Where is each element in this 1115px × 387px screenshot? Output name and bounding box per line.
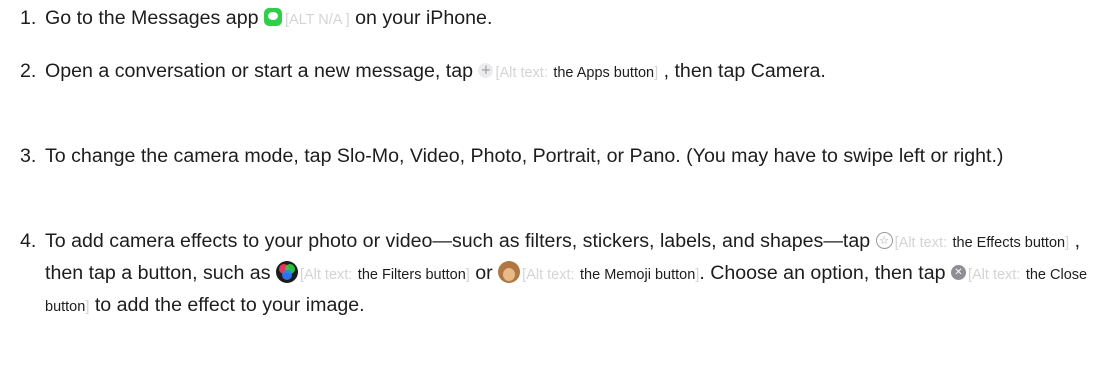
effects-star-icon: ☆	[875, 231, 893, 249]
step-number: 3.	[20, 145, 37, 167]
step-number: 1.	[20, 7, 37, 29]
step-text: To add camera effects to your photo or v…	[45, 230, 1088, 316]
messages-app-icon	[263, 8, 282, 27]
step-text: Go to the Messages app [ALT N/A ] on you…	[45, 7, 493, 29]
alt-text-value: the Effects button	[952, 235, 1066, 251]
step-text: To change the camera mode, tap Slo-Mo, V…	[45, 145, 1004, 167]
filters-icon	[275, 260, 298, 283]
step-1: 1. Go to the Messages app [ALT N/A ] on …	[20, 3, 1100, 35]
step-4: 4. To add camera effects to your photo o…	[20, 226, 1100, 322]
alt-text-value: the Apps button	[553, 65, 655, 81]
alt-text-value: the Filters button	[357, 267, 466, 283]
alt-text-value: the Memoji button	[580, 267, 696, 283]
alt-text-annotation: [ALT N/A ]	[284, 12, 350, 28]
step-number: 4.	[20, 230, 37, 252]
memoji-icon	[498, 260, 521, 283]
step-3: 3. To change the camera mode, tap Slo-Mo…	[20, 141, 1100, 171]
step-2: 2. Open a conversation or start a new me…	[20, 56, 1100, 88]
close-x-icon: ✕	[950, 264, 966, 280]
instructions-document: 1. Go to the Messages app [ALT N/A ] on …	[0, 0, 1115, 387]
apps-plus-icon: +	[478, 62, 494, 78]
step-text: Open a conversation or start a new messa…	[45, 60, 826, 82]
step-number: 2.	[20, 60, 37, 82]
